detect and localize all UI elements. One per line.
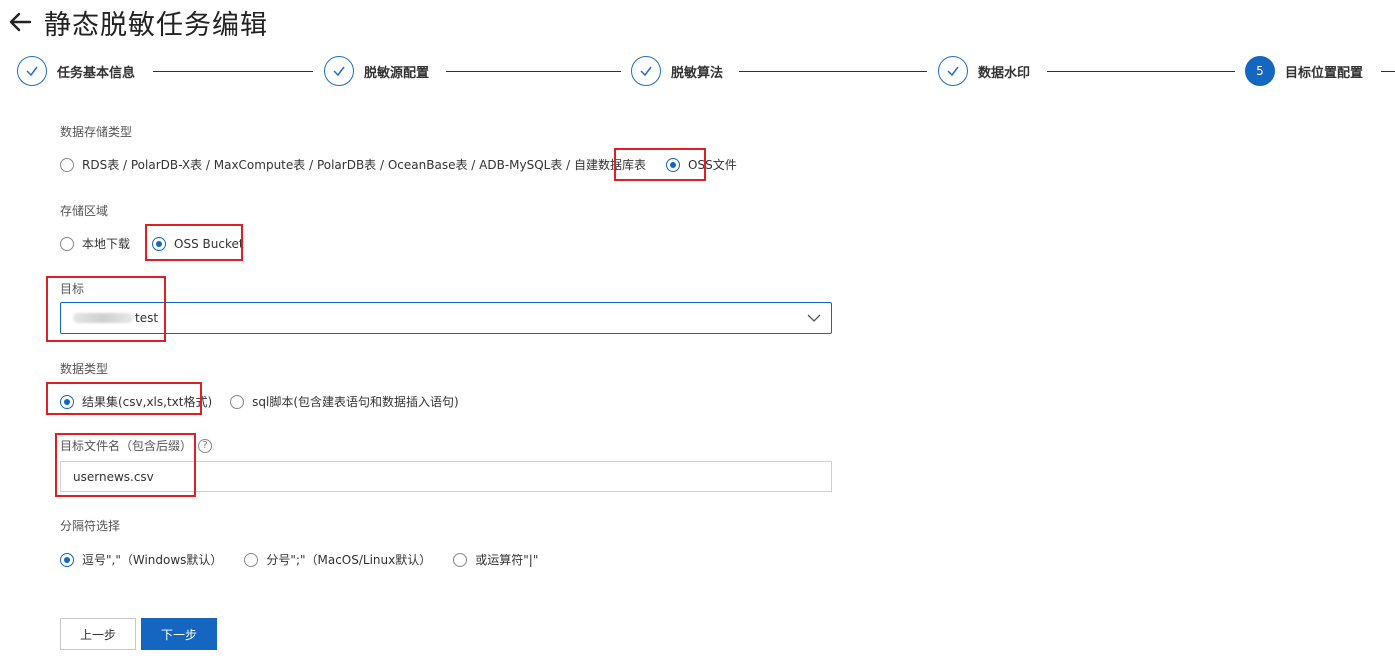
target-label: 目标 [60, 282, 85, 296]
target-value: test [135, 311, 159, 325]
next-button[interactable]: 下一步 [141, 618, 217, 650]
check-icon [17, 56, 47, 86]
redacted-text [73, 313, 133, 323]
step-connector [1047, 71, 1235, 72]
check-icon [938, 56, 968, 86]
radio-result-set[interactable]: 结果集(csv,xls,txt格式) [60, 393, 212, 410]
radio-circle-icon [230, 394, 245, 409]
radio-label: RDS表 / PolarDB-X表 / MaxCompute表 / PolarD… [82, 158, 647, 172]
storage-type-label: 数据存储类型 [60, 125, 133, 139]
radio-label: 逗号","（Windows默认） [82, 553, 223, 567]
radio-checked-icon [666, 157, 681, 172]
radio-oss-bucket[interactable]: OSS Bucket [152, 236, 244, 251]
delimiter-label: 分隔符选择 [60, 519, 121, 533]
check-icon [324, 56, 354, 86]
radio-oss-file[interactable]: OSS文件 [666, 156, 737, 173]
back-arrow-icon[interactable] [6, 8, 34, 36]
radio-semicolon[interactable]: 分号";"（MacOS/Linux默认） [244, 551, 431, 568]
radio-label: 或运算符"|" [475, 553, 539, 567]
filename-label: 目标文件名（包含后缀） [60, 439, 193, 453]
data-type-label: 数据类型 [60, 362, 109, 376]
step-number: 5 [1245, 56, 1275, 86]
filename-input[interactable] [60, 461, 832, 492]
radio-label: 结果集(csv,xls,txt格式) [82, 395, 213, 409]
radio-pipe[interactable]: 或运算符"|" [453, 551, 538, 568]
check-icon [631, 56, 661, 86]
storage-area-group: 本地下载 OSS Bucket [60, 235, 244, 252]
storage-type-group: RDS表 / PolarDB-X表 / MaxCompute表 / PolarD… [60, 156, 737, 173]
step-progress: 任务基本信息 脱敏源配置 脱敏算法 数据水印 5 目标位置配置 [17, 56, 1395, 88]
step-label: 任务基本信息 [57, 65, 136, 81]
step-3: 脱敏算法 [631, 56, 723, 86]
prev-button[interactable]: 上一步 [60, 618, 136, 650]
radio-comma[interactable]: 逗号","（Windows默认） [60, 551, 222, 568]
radio-local-download[interactable]: 本地下载 [60, 235, 130, 252]
storage-area-label: 存储区域 [60, 204, 109, 218]
step-connector [446, 71, 621, 72]
step-label: 目标位置配置 [1285, 65, 1364, 81]
step-2: 脱敏源配置 [324, 56, 429, 86]
radio-sql-script[interactable]: sql脚本(包含建表语句和数据插入语句) [230, 393, 459, 410]
chevron-down-icon [807, 312, 821, 326]
radio-label: OSS Bucket [174, 236, 244, 251]
radio-circle-icon [60, 236, 74, 251]
radio-circle-icon [244, 552, 259, 567]
step-5: 5 目标位置配置 [1245, 56, 1363, 86]
radio-label: sql脚本(包含建表语句和数据插入语句) [252, 395, 459, 409]
help-icon[interactable]: ? [198, 438, 213, 453]
step-connector [153, 71, 313, 72]
radio-label: 本地下载 [82, 237, 131, 251]
radio-checked-icon [60, 552, 74, 567]
delimiter-group: 逗号","（Windows默认） 分号";"（MacOS/Linux默认） 或运… [60, 551, 538, 568]
step-label: 脱敏算法 [671, 65, 724, 81]
data-type-group: 结果集(csv,xls,txt格式) sql脚本(包含建表语句和数据插入语句) [60, 393, 459, 410]
step-label: 数据水印 [978, 65, 1031, 81]
radio-circle-icon [60, 157, 74, 172]
step-label: 脱敏源配置 [364, 65, 430, 81]
radio-label: 分号";"（MacOS/Linux默认） [266, 553, 432, 567]
step-connector [739, 71, 927, 72]
target-select[interactable]: test [60, 302, 832, 334]
radio-circle-icon [453, 552, 468, 567]
step-1: 任务基本信息 [17, 56, 135, 86]
page-header: 静态脱敏任务编辑 [6, 4, 268, 41]
step-connector [1381, 71, 1395, 72]
radio-checked-icon [60, 394, 74, 409]
page-title: 静态脱敏任务编辑 [44, 9, 268, 41]
step-4: 数据水印 [938, 56, 1030, 86]
radio-checked-icon [152, 236, 167, 251]
filename-label-row: 目标文件名（包含后缀） ? [60, 437, 213, 454]
radio-label: OSS文件 [688, 158, 737, 172]
radio-db-tables[interactable]: RDS表 / PolarDB-X表 / MaxCompute表 / PolarD… [60, 156, 646, 173]
